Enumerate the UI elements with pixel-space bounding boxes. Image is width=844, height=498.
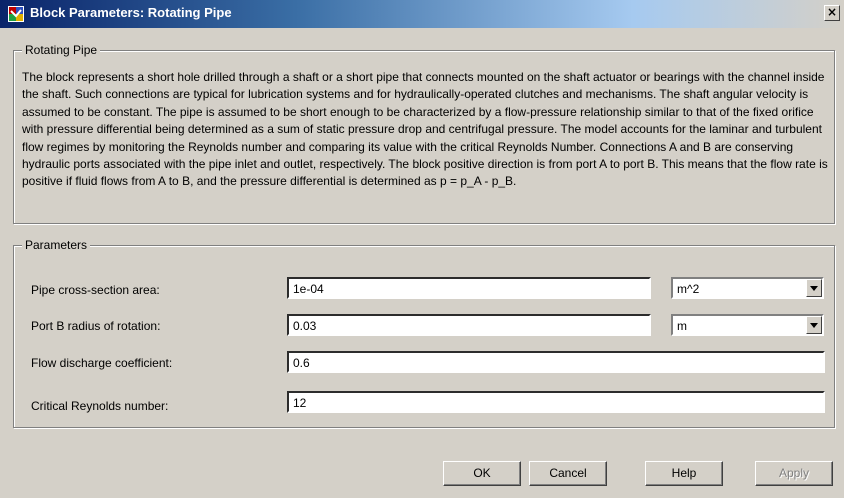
pipe-area-input[interactable]: 1e-04	[287, 277, 651, 299]
port-b-radius-unit-value: m	[677, 319, 687, 333]
critical-reynolds-input[interactable]: 12	[287, 391, 825, 413]
title-bar: Block Parameters: Rotating Pipe ×	[0, 0, 844, 28]
discharge-coefficient-input[interactable]: 0.6	[287, 351, 825, 373]
close-icon: ×	[826, 5, 838, 19]
chevron-down-icon[interactable]	[806, 279, 822, 297]
pipe-area-unit-select[interactable]: m^2	[671, 277, 824, 299]
discharge-coefficient-label: Flow discharge coefficient:	[31, 356, 173, 370]
port-b-radius-unit-select[interactable]: m	[671, 314, 824, 336]
cancel-button[interactable]: Cancel	[529, 461, 607, 486]
help-button[interactable]: Help	[645, 461, 723, 486]
close-button[interactable]: ×	[824, 5, 840, 21]
pipe-area-unit-value: m^2	[677, 282, 700, 296]
parameters-legend: Parameters	[22, 238, 91, 252]
port-b-radius-input[interactable]: 0.03	[287, 314, 651, 336]
port-b-radius-label: Port B radius of rotation:	[31, 319, 161, 333]
pipe-area-label: Pipe cross-section area:	[31, 283, 160, 297]
window-title: Block Parameters: Rotating Pipe	[30, 5, 232, 20]
description-legend: Rotating Pipe	[22, 43, 101, 57]
critical-reynolds-label: Critical Reynolds number:	[31, 399, 169, 413]
block-description: The block represents a short hole drille…	[22, 70, 828, 189]
simulink-block-icon	[8, 6, 24, 22]
ok-button[interactable]: OK	[443, 461, 521, 486]
description-group: Rotating Pipe The block represents a sho…	[13, 43, 835, 224]
apply-button[interactable]: Apply	[755, 461, 833, 486]
chevron-down-icon[interactable]	[806, 316, 822, 334]
